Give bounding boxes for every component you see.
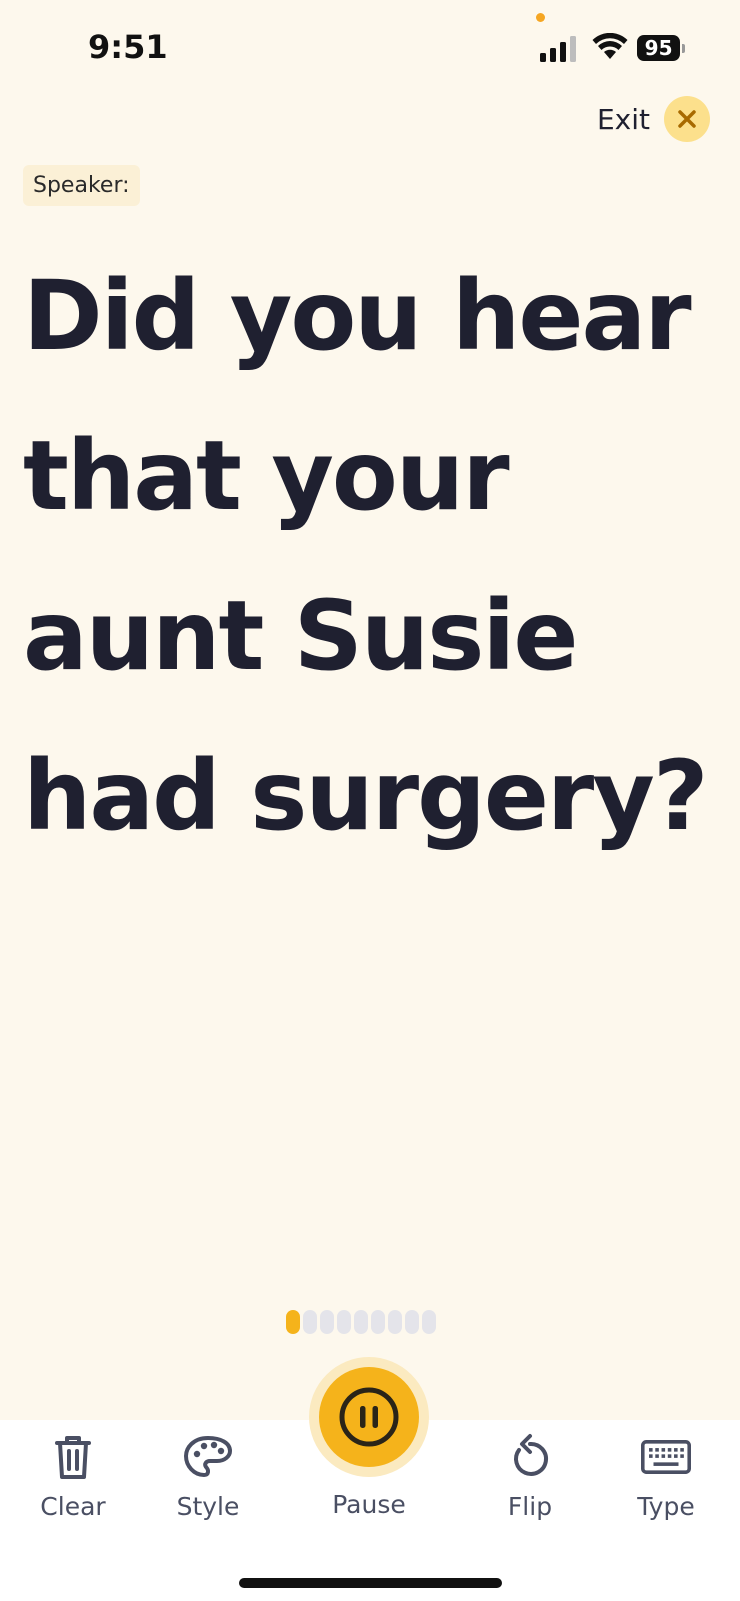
cellular-signal-icon: [540, 36, 576, 62]
rotate-ccw-icon: [505, 1432, 555, 1482]
type-label: Type: [637, 1492, 695, 1521]
page-dot[interactable]: [286, 1310, 300, 1334]
battery-tip: [682, 43, 685, 53]
page-dot[interactable]: [337, 1310, 351, 1334]
battery-level: 95: [637, 35, 681, 61]
status-time: 9:51: [88, 28, 168, 66]
pause-icon: [339, 1387, 399, 1447]
status-bar: 9:51 95: [0, 0, 740, 100]
exit-label: Exit: [596, 102, 650, 136]
page-dot[interactable]: [303, 1310, 317, 1334]
battery-indicator: 95: [637, 35, 685, 61]
palette-icon: [183, 1432, 233, 1482]
type-button[interactable]: Type: [606, 1432, 726, 1521]
trash-icon: [48, 1432, 98, 1482]
exit-button[interactable]: [664, 96, 710, 142]
page-dot[interactable]: [320, 1310, 334, 1334]
close-icon: [678, 110, 696, 128]
flip-button[interactable]: Flip: [470, 1432, 590, 1521]
exit-control[interactable]: Exit: [597, 96, 710, 142]
page-dot[interactable]: [388, 1310, 402, 1334]
privacy-indicator-dot: [536, 13, 545, 22]
style-label: Style: [176, 1492, 240, 1521]
clear-label: Clear: [40, 1492, 106, 1521]
page-dot[interactable]: [371, 1310, 385, 1334]
pause-label: Pause: [332, 1490, 406, 1519]
page-dot[interactable]: [405, 1310, 419, 1334]
caption-text: Did you hear that your aunt Susie had su…: [23, 260, 709, 852]
clear-button[interactable]: Clear: [13, 1432, 133, 1521]
flip-label: Flip: [507, 1492, 553, 1521]
speaker-badge: Speaker:: [23, 165, 140, 206]
style-button[interactable]: Style: [148, 1432, 268, 1521]
page-dot[interactable]: [354, 1310, 368, 1334]
keyboard-icon: [641, 1432, 691, 1482]
page-indicator: [286, 1310, 436, 1334]
page-dot[interactable]: [422, 1310, 436, 1334]
wifi-icon: [592, 33, 628, 59]
home-indicator[interactable]: [239, 1578, 502, 1588]
pause-button[interactable]: [319, 1367, 419, 1467]
